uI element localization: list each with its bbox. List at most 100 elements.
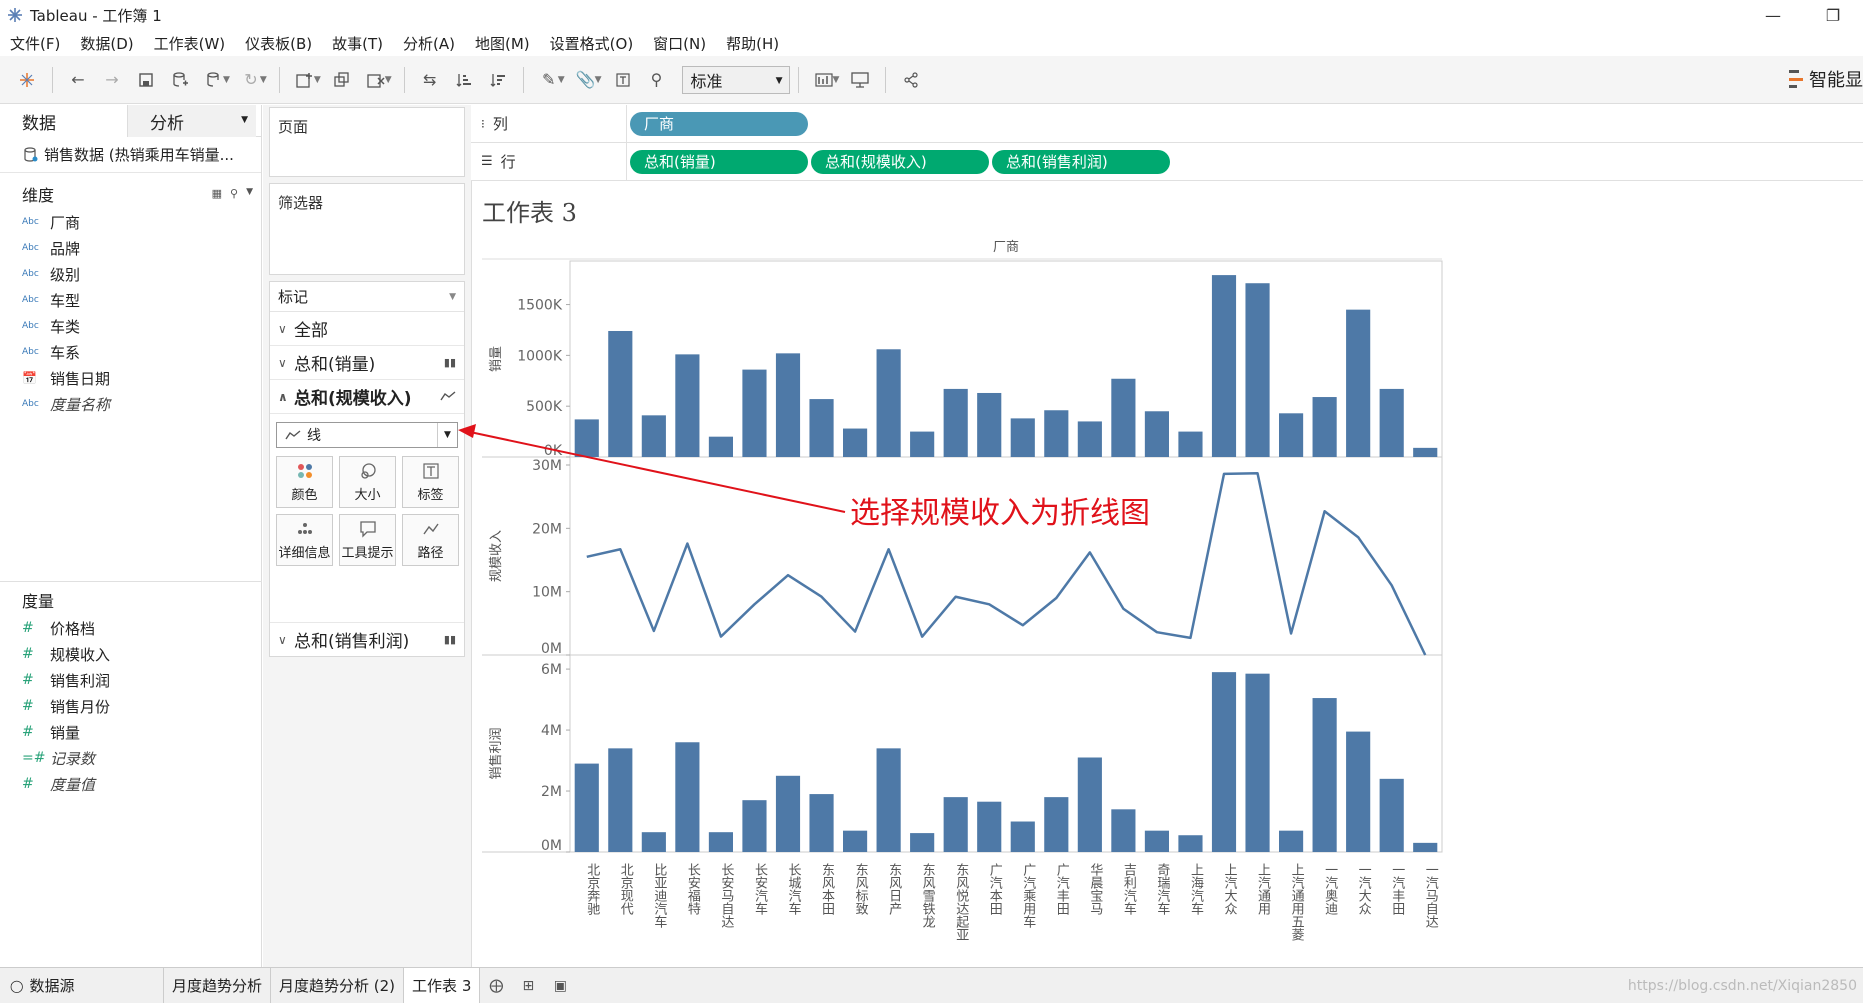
detail-button[interactable]: 详细信息 xyxy=(276,514,333,566)
menu-story[interactable]: 故事(T) xyxy=(322,33,393,54)
view-grid-icon[interactable]: ▦ xyxy=(212,187,222,200)
show-mark-labels-icon[interactable] xyxy=(606,63,640,97)
chevron-down-icon[interactable]: ▼ xyxy=(223,75,230,85)
bar-mark xyxy=(608,330,633,457)
measure-field-profit[interactable]: # 销售利润 xyxy=(0,667,262,693)
dimension-field-level[interactable]: Abc 级别 xyxy=(0,261,261,287)
pin-axes-icon[interactable]: ⚲ xyxy=(640,63,674,97)
dimension-field-car-class[interactable]: Abc 车类 xyxy=(0,313,261,339)
sheet-tab[interactable]: 月度趋势分析 xyxy=(164,967,272,1003)
duplicate-sheet-icon[interactable] xyxy=(325,63,359,97)
undo-icon[interactable]: ← xyxy=(61,63,95,97)
sheet-tab-active[interactable]: 工作表 3 xyxy=(404,967,481,1003)
minimize-button[interactable]: — xyxy=(1743,0,1803,30)
sort-ascending-icon[interactable] xyxy=(447,63,481,97)
bar-mark xyxy=(775,775,801,852)
show-me-label: 智能显 xyxy=(1809,70,1863,91)
menu-worksheet[interactable]: 工作表(W) xyxy=(144,33,236,54)
string-type-icon: Abc xyxy=(22,295,39,305)
chevron-down-icon[interactable]: ▼ xyxy=(314,75,321,85)
redo-icon[interactable]: → xyxy=(95,63,129,97)
menu-data[interactable]: 数据(D) xyxy=(70,33,143,54)
show-me-button[interactable]: 智能显 xyxy=(1789,66,1863,92)
dimensions-label: 维度 xyxy=(22,186,55,205)
menu-analysis[interactable]: 分析(A) xyxy=(393,33,465,54)
sheet-tab[interactable]: 月度趋势分析 (2) xyxy=(271,967,405,1003)
chevron-down-icon[interactable]: ▼ xyxy=(833,75,840,85)
label-button[interactable]: 标签 xyxy=(402,456,459,508)
marks-row-label: 全部 xyxy=(294,321,328,341)
tableau-home-icon[interactable] xyxy=(10,63,44,97)
chevron-down-icon[interactable]: ▼ xyxy=(246,187,253,200)
measure-field-price-tier[interactable]: # 价格档 xyxy=(0,615,262,641)
tab-analysis[interactable]: 分析 ▼ xyxy=(128,105,256,137)
measure-field-record-count[interactable]: =# 记录数 xyxy=(0,745,262,771)
category-label: 华晨宝马 xyxy=(1087,863,1103,915)
measure-field-sale-month[interactable]: # 销售月份 xyxy=(0,693,262,719)
dimension-field-series[interactable]: Abc 车系 xyxy=(0,339,261,365)
category-label: 上海汽车 xyxy=(1188,863,1204,915)
menu-dashboard[interactable]: 仪表板(B) xyxy=(235,33,322,54)
menu-format[interactable]: 设置格式(O) xyxy=(540,33,644,54)
datasource-item[interactable]: 销售数据 (热销乘用车销量... xyxy=(0,137,261,173)
search-icon[interactable]: ⚲ xyxy=(230,187,238,200)
pill-manufacturer[interactable]: 厂商 xyxy=(630,111,808,136)
tick-label: 2M xyxy=(541,784,562,800)
swap-rows-columns-icon[interactable]: ⇆ xyxy=(413,63,447,97)
menu-map[interactable]: 地图(M) xyxy=(465,33,540,54)
dimension-field-model[interactable]: Abc 车型 xyxy=(0,287,261,313)
columns-shelf[interactable]: ⁝ 列 厂商 xyxy=(471,104,1863,143)
dimension-field-measure-names[interactable]: Abc 度量名称 xyxy=(0,391,261,417)
pill-sum-profit[interactable]: 总和(销售利润) xyxy=(992,149,1170,174)
chevron-down-icon[interactable]: ▼ xyxy=(595,75,602,85)
marks-sales-volume[interactable]: ∨ 总和(销量) ▮▮ xyxy=(270,346,464,380)
size-button[interactable]: 大小 xyxy=(339,456,396,508)
dimension-field-sale-date[interactable]: 📅 销售日期 xyxy=(0,365,261,391)
marks-revenue[interactable]: ∧ 总和(规模收入) xyxy=(270,380,464,414)
marks-profit[interactable]: ∨ 总和(销售利润) ▮▮ xyxy=(270,622,464,656)
share-icon[interactable] xyxy=(894,63,928,97)
dimension-field-manufacturer[interactable]: Abc 厂商 xyxy=(0,209,261,235)
marks-header[interactable]: 标记 ▼ xyxy=(270,282,464,312)
new-worksheet-icon[interactable]: ⨁ xyxy=(480,968,512,1003)
new-story-icon[interactable]: ▣ xyxy=(544,968,576,1003)
menu-window[interactable]: 窗口(N) xyxy=(643,33,716,54)
rows-shelf[interactable]: ☰ 行 总和(销量) 总和(规模收入) 总和(销售利润) xyxy=(471,142,1863,181)
path-button[interactable]: 路径 xyxy=(402,514,459,566)
restore-button[interactable]: ❐ xyxy=(1803,0,1863,30)
sort-descending-icon[interactable] xyxy=(481,63,515,97)
measure-field-sales-volume[interactable]: # 销量 xyxy=(0,719,262,745)
tick-label: 0K xyxy=(544,443,563,459)
new-dashboard-icon[interactable]: ⊞ xyxy=(512,968,544,1003)
pill-sum-revenue[interactable]: 总和(规模收入) xyxy=(811,149,989,174)
color-button[interactable]: 颜色 xyxy=(276,456,333,508)
menu-file[interactable]: 文件(F) xyxy=(0,33,70,54)
columns-label: 列 xyxy=(492,115,508,133)
save-icon[interactable] xyxy=(129,63,163,97)
chevron-down-icon[interactable]: ▼ xyxy=(385,75,392,85)
fit-select[interactable]: 标准 ▼ xyxy=(681,65,790,94)
tooltip-button[interactable]: 工具提示 xyxy=(339,514,396,566)
dimension-field-brand[interactable]: Abc 品牌 xyxy=(0,235,261,261)
new-datasource-icon[interactable] xyxy=(163,63,197,97)
chevron-down-icon[interactable]: ▼ xyxy=(260,75,267,85)
measure-field-revenue[interactable]: # 规模收入 xyxy=(0,641,262,667)
tab-data[interactable]: 数据 xyxy=(0,105,128,137)
tab-datasource[interactable]: ◯ 数据源 xyxy=(0,967,164,1003)
pill-sum-sales-volume[interactable]: 总和(销量) xyxy=(630,149,808,174)
menu-help[interactable]: 帮助(H) xyxy=(716,33,789,54)
mark-type-select[interactable]: 线 ▼ xyxy=(276,422,458,448)
annotation-text: 选择规模收入为折线图 xyxy=(850,496,1150,531)
bar-mark xyxy=(910,431,935,457)
marks-all[interactable]: ∨ 全部 xyxy=(270,312,464,346)
string-type-icon: Abc xyxy=(22,347,39,357)
measure-field-measure-values[interactable]: # 度量值 xyxy=(0,771,262,797)
pages-card[interactable]: 页面 xyxy=(269,107,465,177)
category-label: 北京奔驰 xyxy=(584,863,600,915)
filters-label: 筛选器 xyxy=(278,194,324,212)
tab-analysis-label: 分析 xyxy=(150,113,184,134)
bar-mark xyxy=(1010,821,1035,852)
chevron-down-icon[interactable]: ▼ xyxy=(558,75,565,85)
presentation-mode-icon[interactable] xyxy=(843,63,877,97)
filters-card[interactable]: 筛选器 xyxy=(269,183,465,275)
